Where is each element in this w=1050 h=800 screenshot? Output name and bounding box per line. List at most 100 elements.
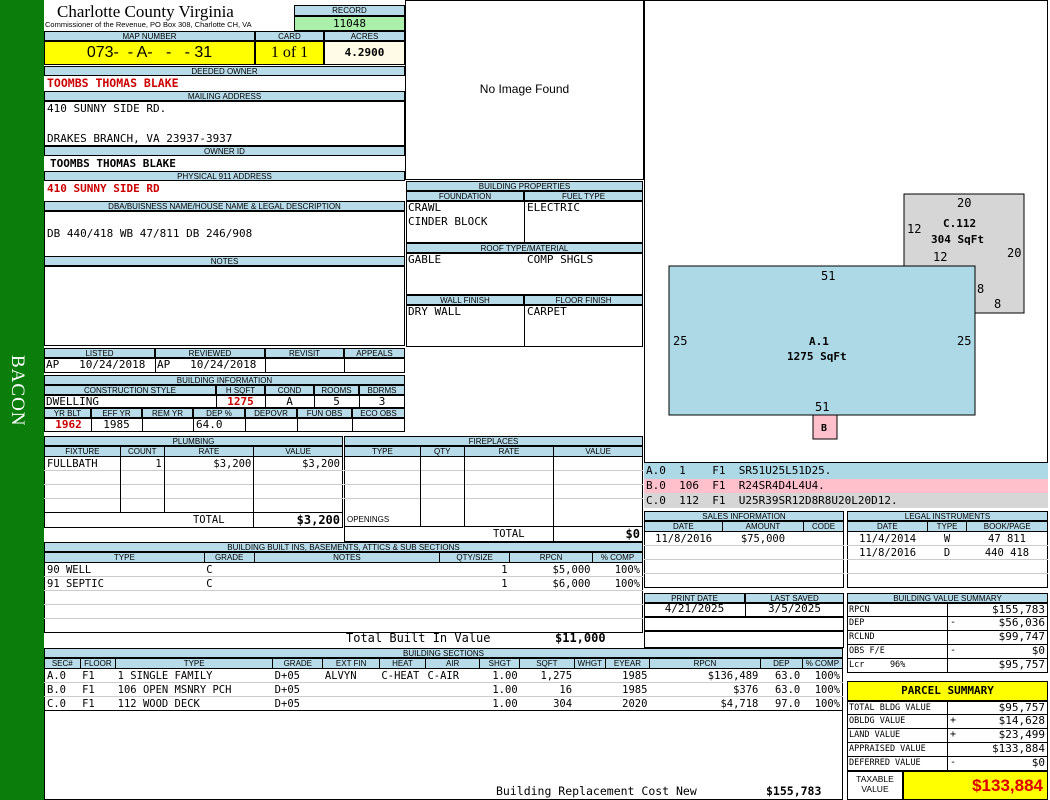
summary-label: APPRAISED VALUE (848, 743, 948, 756)
section-cell: 16 (519, 682, 575, 697)
cell (120, 512, 165, 528)
divider (142, 418, 143, 432)
divider (155, 358, 156, 373)
cell (644, 559, 844, 574)
section-cell (574, 682, 606, 697)
sale-amount: $75,000 (740, 532, 786, 545)
summary-row: OBLDG VALUE + $14,628 (847, 715, 1048, 729)
ecoobs-header: ECO OBS (352, 408, 405, 418)
sketch-label: 51 (821, 269, 835, 283)
builtins-table: TYPE GRADE NOTES QTY/SIZE RPCN% COMP 90 WELL… (44, 552, 644, 633)
sketch-label: B (821, 423, 827, 434)
summary-label: Lcr 96% (848, 659, 948, 672)
plumbing-col: COUNT (119, 446, 165, 457)
sale-date: 11/8/2016 (655, 532, 713, 545)
section-cell: D+05 (274, 669, 300, 682)
bvs-rows: RPCN $155,783 DEP - $56,036 RCLND $99,747 OBS F… (847, 603, 1048, 673)
section-cell: 100% (814, 669, 840, 682)
sections-col: WHGT (573, 658, 606, 669)
sketch-label: A.1 (809, 335, 829, 348)
table-row: 11/8/2016 $75,000 (645, 532, 844, 546)
plumbing-total-label: TOTAL (164, 512, 255, 528)
section-cell (322, 682, 380, 697)
cell (120, 484, 165, 499)
roof-type: GABLE (408, 253, 442, 266)
builtins-total-label: Total Built In Value (346, 631, 491, 645)
section-cell: 1.00 (479, 682, 520, 697)
wall-finish: DRY WALL (408, 305, 461, 318)
builtins-header: BUILDING BUILT INS, BASEMENTS, ATTICS & … (44, 542, 643, 552)
sections-filler (44, 711, 843, 800)
cell (464, 512, 555, 527)
divider (297, 418, 298, 432)
summary-value: $14,628 (998, 714, 1045, 727)
district-label: BACON (7, 355, 28, 427)
revisit-header: REVISIT (265, 348, 344, 358)
bvs-header: BUILDING VALUE SUMMARY (847, 593, 1048, 603)
fireplace-col: QTY (419, 446, 465, 457)
summary-value: $99,747 (998, 630, 1045, 643)
summary-sign: - (950, 757, 957, 768)
cell (253, 470, 343, 485)
section-cell: 100% (802, 682, 843, 697)
summary-row: RCLND $99,747 (847, 631, 1048, 645)
summary-sign (948, 702, 960, 714)
funobs-header: FUN OBS (297, 408, 352, 418)
section-cell: 1 SINGLE FAMILY (117, 669, 213, 682)
fireplaces-table: TYPE QTY RATE VALUE OPENINGS TOTAL $0 (344, 446, 643, 542)
foundation-header: FOUNDATION (406, 191, 524, 201)
section-cell (379, 696, 426, 711)
cell (44, 512, 121, 528)
section-cell: F1 (80, 696, 116, 711)
sections-col: EYEAR (604, 658, 650, 669)
sketch-line-b: B.0 106 F1 R24SR4D4L4U4. (644, 479, 1048, 493)
qty: 1 (439, 576, 510, 591)
summary-value: $95,757 (998, 658, 1045, 671)
reviewed-header: REVIEWED (155, 348, 265, 358)
physical-address-header: PHYSICAL 911 ADDRESS (44, 171, 405, 181)
divider (344, 358, 345, 373)
last-saved: 3/5/2025 (768, 602, 821, 615)
section-cell: C-AIR (427, 669, 460, 682)
summary-label: DEP (848, 617, 948, 630)
physical-address: 410 SUNNY SIDE RD (47, 182, 160, 195)
builtins-col: NOTES (253, 552, 441, 563)
section-cell: F1 (82, 669, 95, 682)
summary-label: RCLND (848, 631, 948, 644)
dep-header: DEP % (193, 408, 245, 418)
rpcn: $5,000 (552, 563, 591, 576)
print-date: 4/21/2025 (664, 602, 725, 615)
summary-value: $23,499 (998, 728, 1045, 741)
summary-label: OBS F/E (848, 645, 948, 658)
cell (164, 484, 255, 499)
notes (254, 576, 440, 591)
cell (120, 498, 165, 513)
cond-value: A (286, 395, 293, 408)
remyr-header: REM YR (142, 408, 193, 418)
section-cell: 1,275 (540, 669, 573, 682)
openings-label: OPENINGS (344, 512, 421, 527)
acres-value: 4.2900 (324, 41, 405, 65)
table-row: C.0 F1 112 WOOD DECK D+05 1.00 304 2020 $4,718 9… (44, 696, 843, 711)
summary-label: OBLDG VALUE (848, 715, 948, 728)
card-header: CARD (255, 31, 324, 41)
builtins-col: % COMP (591, 552, 644, 563)
section-cell: 1.00 (492, 669, 518, 682)
cell (120, 470, 165, 485)
section-cell: 100% (802, 696, 843, 711)
cell (553, 498, 643, 513)
roof-box (406, 253, 643, 295)
legal-col: TYPE (926, 521, 968, 532)
cell (344, 526, 421, 542)
foundation-2: CINDER BLOCK (408, 215, 488, 228)
divider (265, 358, 266, 373)
sketch-label: 51 (815, 400, 829, 414)
sketch-label: 12 (933, 250, 947, 264)
sketch-line-a: A.0 1 F1 SR51U25L51D25. (644, 463, 1048, 479)
section-cell: 304 (519, 696, 575, 711)
value: $3,200 (302, 457, 340, 470)
summary-row: LAND VALUE + $23,499 (847, 729, 1048, 743)
section-cell: B.0 (44, 682, 81, 697)
construction-style-header: CONSTRUCTION STYLE (44, 385, 216, 395)
cell (420, 526, 465, 542)
